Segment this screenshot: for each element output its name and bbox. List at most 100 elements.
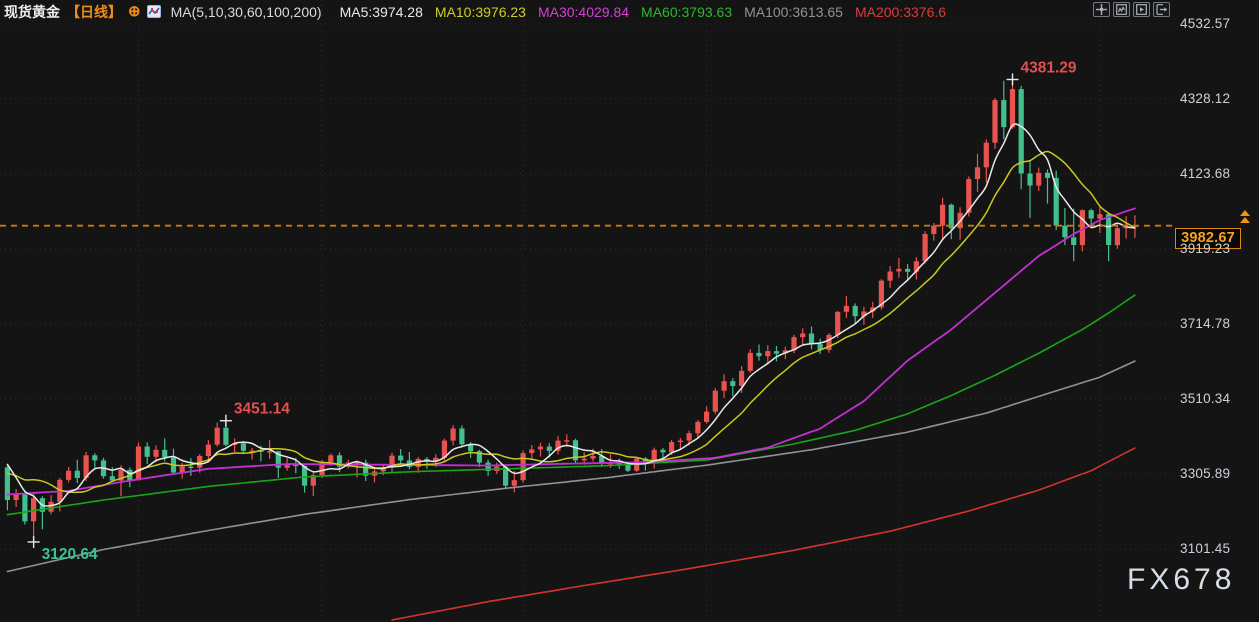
candle (844, 306, 849, 312)
candle (905, 269, 910, 272)
candle (774, 351, 779, 354)
candle (975, 167, 980, 179)
grid-lines (0, 0, 1172, 622)
candle (223, 428, 228, 445)
candle (853, 306, 858, 316)
candle (678, 441, 683, 443)
candle (748, 353, 753, 371)
candle (145, 447, 150, 457)
candle (22, 495, 27, 522)
candle (835, 312, 840, 335)
candle (75, 471, 80, 478)
candle (188, 467, 193, 468)
candle (888, 272, 893, 281)
ma-value-label: MA5:3974.28 (340, 4, 423, 20)
ma-settings-label[interactable]: MA(5,10,30,60,100,200) (171, 4, 322, 20)
candle (92, 455, 97, 460)
candle (660, 450, 665, 453)
candle (1115, 228, 1120, 245)
candle (800, 334, 805, 338)
candle (136, 447, 141, 481)
ma-value-label: MA100:3613.65 (744, 4, 843, 20)
price-up-arrows-icon (1240, 210, 1252, 224)
candle (949, 205, 954, 229)
candle (538, 447, 543, 450)
ma-value-label: MA200:3376.6 (855, 4, 946, 20)
candle (730, 381, 735, 386)
candle (1071, 237, 1076, 245)
candle (267, 451, 272, 452)
ma-line-ma5 (7, 124, 1135, 506)
candle (1097, 214, 1102, 218)
price-axis[interactable]: 3982.67 4532.574328.124123.683919.233714… (1172, 0, 1259, 622)
chart-canvas[interactable]: 4381.29 3451.14 3120.64 (0, 0, 1172, 622)
chart-window: 4381.29 3451.14 3120.64 现货黄金 【日线】 ⊕ MA(5,1… (0, 0, 1259, 622)
symbol-title: 现货黄金 (4, 2, 60, 22)
candle (669, 442, 674, 452)
candle (582, 459, 587, 461)
extreme-marker: 3120.64 (28, 536, 98, 563)
candle (1045, 173, 1050, 178)
candle (687, 433, 692, 440)
candle (1019, 89, 1024, 173)
candle (1106, 214, 1111, 245)
candle (756, 353, 761, 356)
crosshair-icon[interactable] (1093, 2, 1110, 17)
candle (722, 381, 727, 391)
candle (153, 450, 158, 457)
axis-tick-label: 4123.68 (1180, 166, 1230, 181)
axis-tick-label: 3714.78 (1180, 316, 1230, 331)
candle (1027, 174, 1032, 186)
candle (1089, 210, 1094, 218)
candle (1001, 100, 1006, 127)
candle (241, 444, 246, 451)
candle (984, 143, 989, 168)
axis-tick-label: 4328.12 (1180, 91, 1230, 106)
candle (215, 428, 220, 445)
ma-line-ma30 (7, 208, 1135, 494)
extreme-marker: 3451.14 (220, 401, 290, 427)
candle (992, 100, 997, 143)
candle (1036, 173, 1041, 186)
period-label[interactable]: 【日线】 (66, 2, 122, 22)
ma-value-label: MA60:3793.63 (641, 4, 732, 20)
axis-tick-label: 3101.45 (1180, 541, 1230, 556)
candlestick-series (5, 80, 1138, 543)
ma-line-ma10 (7, 151, 1135, 492)
candle (564, 440, 569, 441)
extreme-price-label: 4381.29 (1021, 60, 1077, 77)
candle (521, 453, 526, 480)
chart-style-icon[interactable] (147, 5, 161, 18)
axis-tick-label: 3510.34 (1180, 391, 1230, 406)
candle (590, 456, 595, 459)
candle (459, 429, 464, 445)
candle (765, 351, 770, 356)
chart-header: 现货黄金 【日线】 ⊕ MA(5,10,30,60,100,200) MA5:3… (0, 0, 946, 23)
candle (931, 226, 936, 234)
axis-tick-label: 4532.57 (1180, 16, 1230, 31)
candle (1010, 89, 1015, 127)
candle (529, 449, 534, 453)
circle-plus-icon[interactable]: ⊕ (128, 5, 141, 19)
candle (206, 445, 211, 456)
candle (451, 429, 456, 441)
extreme-price-label: 3120.64 (42, 546, 98, 563)
chart-play-icon[interactable] (1133, 2, 1150, 17)
candle (66, 471, 71, 480)
candle (896, 269, 901, 272)
candle (1062, 226, 1067, 238)
candle (739, 371, 744, 386)
candle (49, 502, 54, 512)
candle (695, 422, 700, 433)
chart-toolbar (1093, 2, 1170, 17)
candle (809, 334, 814, 345)
extreme-price-label: 3451.14 (234, 401, 290, 418)
axis-tick-label: 3305.89 (1180, 466, 1230, 481)
ma-value-label: MA30:4029.84 (538, 4, 629, 20)
candle (547, 447, 552, 451)
ma-values-row: MA5:3974.28MA10:3976.23MA30:4029.84MA60:… (328, 4, 946, 20)
candle (14, 495, 19, 501)
indicator-window-icon[interactable] (1113, 2, 1130, 17)
exit-chart-icon[interactable] (1153, 2, 1170, 17)
candle (162, 450, 167, 457)
